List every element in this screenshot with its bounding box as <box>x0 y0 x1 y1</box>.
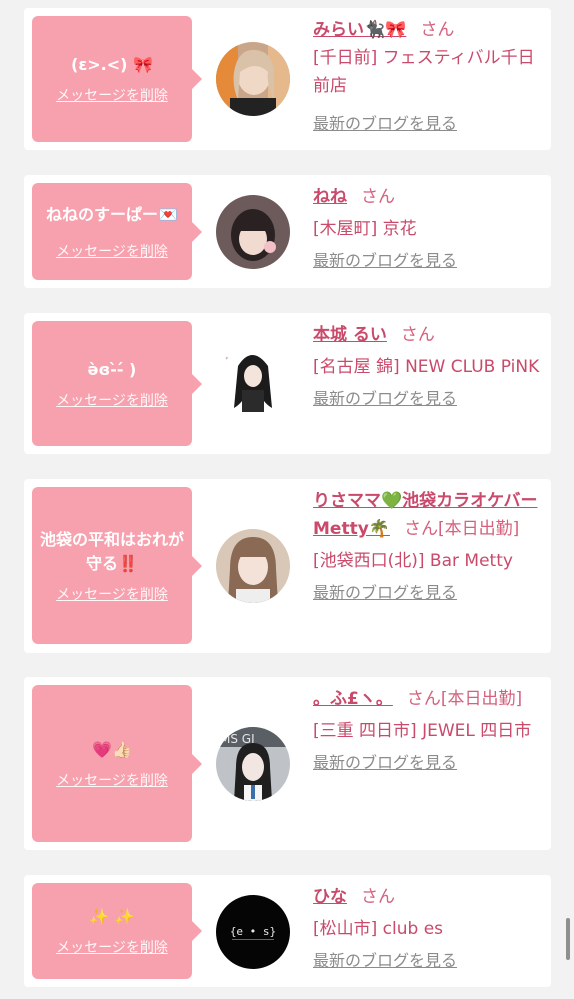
message-text: 池袋の平和はおれが守る‼️ <box>39 529 184 573</box>
svg-text:✦: ✦ <box>224 355 229 362</box>
girl-name-link[interactable]: ひな <box>313 887 347 907</box>
shop-location: [三重 四日市] JEWEL 四日市 <box>313 721 532 741</box>
avatar[interactable]: {e • s} <box>216 895 290 969</box>
delete-message-link[interactable]: メッセージを削除 <box>56 241 168 261</box>
message-text: ə̀ɞ-̀-́ ) <box>87 359 137 379</box>
girl-info: ねね さん [木屋町] 京花 最新のブログを見る <box>313 183 543 273</box>
girl-info: 。ふ£ヽ。 さん[本日出勤] [三重 四日市] JEWEL 四日市 最新のブログを… <box>313 685 543 775</box>
girl-info: 本城 るい さん [名古屋 錦] NEW CLUB PiNK 最新のブログを見る <box>313 321 543 411</box>
honorific: さん[本日出勤] <box>406 689 523 709</box>
honorific: さん <box>361 187 395 207</box>
message-bubble: ねねのすーぱー💌 メッセージを削除 <box>32 183 202 280</box>
message-text: 💗👍🏻 <box>92 739 132 759</box>
favorite-card: ねねのすーぱー💌 メッセージを削除 ねね さん [木屋町] 京花 最新のブログを見… <box>24 175 551 288</box>
delete-message-link[interactable]: メッセージを削除 <box>56 85 168 105</box>
avatar[interactable] <box>216 42 290 116</box>
girl-info: りさママ💚池袋カラオケバーMetty🌴 さん[本日出勤] [池袋西口(北)] Ba… <box>313 487 543 605</box>
shop-location: [木屋町] 京花 <box>313 219 417 239</box>
shop-location: [池袋西口(北)] Bar Metty <box>313 551 513 571</box>
delete-message-link[interactable]: メッセージを削除 <box>56 390 168 410</box>
favorite-card: (ε>.<) 🎀 メッセージを削除 みらい🐈‍⬛🎀 さん [千日前] フェスティバ… <box>24 8 551 150</box>
favorite-card: 池袋の平和はおれが守る‼️ メッセージを削除 りさママ💚池袋カラオケバーMett… <box>24 479 551 653</box>
delete-message-link[interactable]: メッセージを削除 <box>56 937 168 957</box>
avatar[interactable] <box>216 529 290 603</box>
honorific: さん[本日出勤] <box>403 519 520 539</box>
shop-location: [名古屋 錦] NEW CLUB PiNK <box>313 357 540 377</box>
latest-blog-link[interactable]: 最新のブログを見る <box>313 249 543 273</box>
delete-message-link[interactable]: メッセージを削除 <box>56 584 168 604</box>
message-bubble: 池袋の平和はおれが守る‼️ メッセージを削除 <box>32 487 202 644</box>
message-text: ねねのすーぱー💌 <box>46 204 178 224</box>
avatar-logo-text: {e • s} <box>230 925 276 938</box>
message-text: ✨ ✨ <box>89 907 135 926</box>
honorific: さん <box>420 20 455 40</box>
avatar[interactable]: ✦ <box>216 346 290 420</box>
message-text: (ε>.<) 🎀 <box>71 55 153 74</box>
latest-blog-link[interactable]: 最新のブログを見る <box>313 387 543 411</box>
favorite-card: ✨ ✨ メッセージを削除 {e • s} ひな さん [松山市] club es … <box>24 875 551 987</box>
shop-location: [千日前] フェスティバル千日前店 <box>313 48 535 96</box>
girl-info: ひな さん [松山市] club es 最新のブログを見る <box>313 883 543 973</box>
avatar[interactable] <box>216 195 290 269</box>
latest-blog-link[interactable]: 最新のブログを見る <box>313 751 543 775</box>
latest-blog-link[interactable]: 最新のブログを見る <box>313 581 543 605</box>
honorific: さん <box>361 887 395 907</box>
message-bubble: ə̀ɞ-̀-́ ) メッセージを削除 <box>32 321 202 446</box>
delete-message-link[interactable]: メッセージを削除 <box>56 770 168 790</box>
honorific: さん <box>400 325 435 345</box>
girl-info: みらい🐈‍⬛🎀 さん [千日前] フェスティバル千日前店 最新のブログを見る <box>313 16 543 136</box>
girl-name-link[interactable]: みらい🐈‍⬛🎀 <box>313 20 406 40</box>
latest-blog-link[interactable]: 最新のブログを見る <box>313 949 543 973</box>
latest-blog-link[interactable]: 最新のブログを見る <box>313 112 543 136</box>
girl-name-link[interactable]: 。ふ£ヽ。 <box>313 689 393 709</box>
shop-location: [松山市] club es <box>313 919 444 939</box>
message-bubble: (ε>.<) 🎀 メッセージを削除 <box>32 16 202 142</box>
avatar[interactable]: MS GI <box>216 727 290 801</box>
scrollbar[interactable] <box>566 918 570 960</box>
favorite-card: 💗👍🏻 メッセージを削除 MS GI 。ふ£ヽ。 さん[本日出勤] [三重 四日市… <box>24 677 551 850</box>
message-bubble: 💗👍🏻 メッセージを削除 <box>32 685 202 842</box>
favorite-card: ə̀ɞ-̀-́ ) メッセージを削除 ✦ 本城 るい さん [名古屋 錦] NEW… <box>24 313 551 454</box>
girl-name-link[interactable]: 本城 るい <box>313 325 387 345</box>
girl-name-link[interactable]: ねね <box>313 187 347 207</box>
message-bubble: ✨ ✨ メッセージを削除 <box>32 883 202 979</box>
